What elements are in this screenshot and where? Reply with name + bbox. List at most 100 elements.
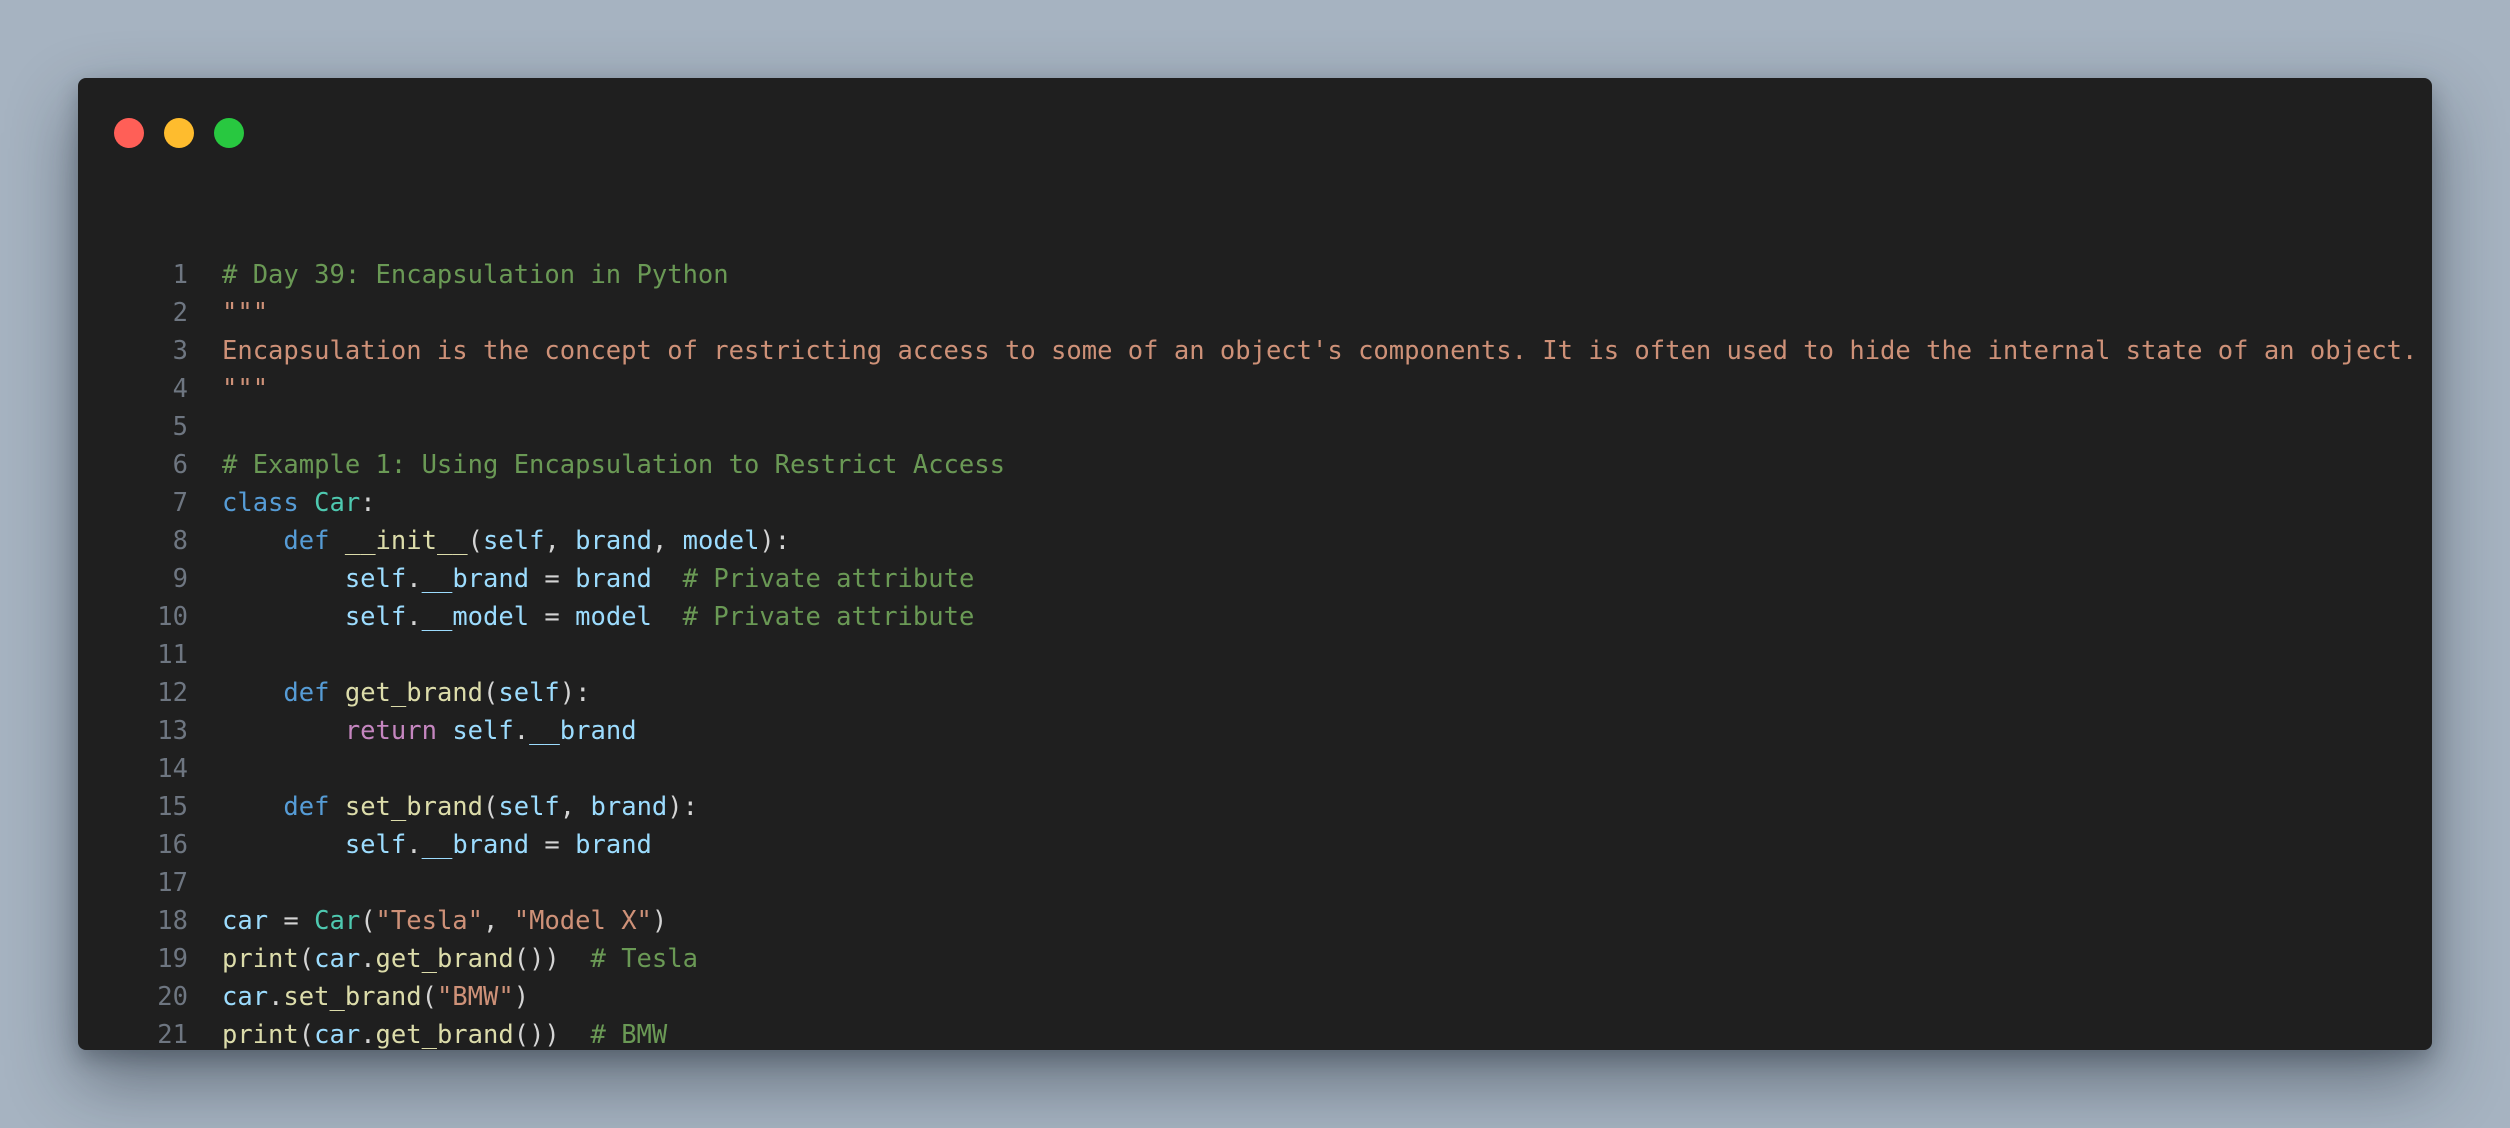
code-punctuation bbox=[652, 564, 683, 594]
code-line[interactable]: 9 self.__brand = brand # Private attribu… bbox=[78, 560, 2432, 598]
code-line[interactable]: 12 def get_brand(self): bbox=[78, 674, 2432, 712]
code-line[interactable]: 17 bbox=[78, 864, 2432, 902]
code-editor[interactable]: 1 # Day 39: Encapsulation in Python 2 """ 3 E… bbox=[78, 256, 2432, 1050]
code-function-name: set_brand bbox=[283, 982, 422, 1012]
code-line[interactable]: 19 print(car.get_brand()) # Tesla bbox=[78, 940, 2432, 978]
code-comment: # BMW bbox=[590, 1020, 668, 1050]
code-punctuation: . bbox=[360, 944, 376, 974]
line-content: print(car.get_brand()) # Tesla bbox=[222, 940, 698, 978]
code-punctuation bbox=[329, 678, 344, 708]
code-line[interactable]: 7 class Car: bbox=[78, 484, 2432, 522]
code-function-name: set_brand bbox=[344, 792, 484, 822]
code-punctuation: ( bbox=[298, 1020, 315, 1050]
line-number: 5 bbox=[172, 412, 188, 442]
code-punctuation: ()) bbox=[513, 1020, 560, 1050]
code-punctuation: = bbox=[529, 602, 576, 632]
code-punctuation: = bbox=[529, 564, 576, 594]
code-line[interactable]: 6 # Example 1: Using Encapsulation to Res… bbox=[78, 446, 2432, 484]
line-content: def set_brand(self, brand): bbox=[222, 788, 698, 826]
code-identifier: self bbox=[498, 678, 560, 708]
line-number: 1 bbox=[172, 260, 188, 290]
code-line[interactable]: 21 print(car.get_brand()) # BMW bbox=[78, 1016, 2432, 1050]
close-window-button[interactable] bbox=[114, 118, 144, 148]
code-function-name: get_brand bbox=[375, 944, 514, 974]
code-line[interactable]: 20 car.set_brand("BMW") bbox=[78, 978, 2432, 1016]
code-punctuation: ): bbox=[759, 526, 791, 556]
code-punctuation bbox=[222, 716, 345, 746]
code-punctuation: ( bbox=[298, 944, 315, 974]
code-punctuation: , bbox=[559, 792, 591, 822]
code-identifier: self bbox=[483, 526, 545, 556]
code-identifier: brand bbox=[575, 526, 652, 556]
code-punctuation: ( bbox=[483, 678, 499, 708]
code-line[interactable]: 1 # Day 39: Encapsulation in Python bbox=[78, 256, 2432, 294]
code-line[interactable]: 3 Encapsulation is the concept of restric… bbox=[78, 332, 2432, 370]
code-punctuation: ( bbox=[467, 526, 484, 556]
code-line[interactable]: 5 bbox=[78, 408, 2432, 446]
line-content: self.__brand = brand # Private attribute bbox=[222, 560, 975, 598]
code-punctuation bbox=[560, 1020, 591, 1050]
code-line[interactable]: 2 """ bbox=[78, 294, 2432, 332]
code-line[interactable]: 4 """ bbox=[78, 370, 2432, 408]
minimize-window-button[interactable] bbox=[164, 118, 194, 148]
code-string: "Model X" bbox=[513, 906, 652, 936]
line-content: """ bbox=[222, 294, 268, 332]
line-content: return self.__brand bbox=[222, 712, 637, 750]
code-function-name: get_brand bbox=[375, 1020, 514, 1050]
line-number: 7 bbox=[172, 488, 188, 518]
maximize-window-button[interactable] bbox=[214, 118, 244, 148]
code-function-name: print bbox=[222, 944, 299, 974]
code-identifier: car bbox=[222, 906, 269, 936]
code-identifier: model bbox=[682, 526, 760, 556]
code-punctuation bbox=[222, 678, 283, 708]
code-identifier: brand bbox=[575, 830, 652, 860]
line-number: 18 bbox=[157, 906, 188, 936]
code-identifier: brand bbox=[590, 792, 668, 822]
code-punctuation bbox=[222, 564, 345, 594]
line-number: 9 bbox=[172, 564, 188, 594]
code-punctuation: . bbox=[406, 830, 422, 860]
code-line[interactable]: 11 bbox=[78, 636, 2432, 674]
code-keyword: class bbox=[222, 488, 299, 518]
code-line[interactable]: 13 return self.__brand bbox=[78, 712, 2432, 750]
code-punctuation: ) bbox=[651, 906, 668, 936]
code-string: """ bbox=[222, 298, 269, 328]
line-content: class Car: bbox=[222, 484, 376, 522]
line-number: 17 bbox=[157, 868, 188, 898]
line-content: car.set_brand("BMW") bbox=[222, 978, 529, 1016]
line-number: 16 bbox=[157, 830, 188, 860]
line-number: 3 bbox=[172, 336, 188, 366]
code-line[interactable]: 18 car = Car("Tesla", "Model X") bbox=[78, 902, 2432, 940]
code-punctuation bbox=[652, 602, 683, 632]
code-punctuation bbox=[222, 830, 345, 860]
line-content: def __init__(self, brand, model): bbox=[222, 522, 790, 560]
line-number: 12 bbox=[157, 678, 188, 708]
code-line[interactable]: 16 self.__brand = brand bbox=[78, 826, 2432, 864]
code-string: "Tesla" bbox=[375, 906, 484, 936]
code-comment: # Private attribute bbox=[682, 602, 975, 632]
code-string: Encapsulation is the concept of restrict… bbox=[222, 336, 2418, 366]
code-identifier: self bbox=[344, 602, 407, 632]
code-line[interactable]: 8 def __init__(self, brand, model): bbox=[78, 522, 2432, 560]
line-content: # Day 39: Encapsulation in Python bbox=[222, 256, 729, 294]
code-line[interactable]: 14 bbox=[78, 750, 2432, 788]
line-content: self.__model = model # Private attribute bbox=[222, 598, 975, 636]
code-line[interactable]: 10 self.__model = model # Private attrib… bbox=[78, 598, 2432, 636]
code-punctuation: = bbox=[529, 830, 576, 860]
code-punctuation: . bbox=[268, 982, 284, 1012]
code-punctuation: : bbox=[360, 488, 376, 518]
line-number: 21 bbox=[157, 1020, 188, 1050]
code-punctuation: ) bbox=[513, 982, 530, 1012]
code-punctuation: ( bbox=[421, 982, 437, 1012]
line-content: car = Car("Tesla", "Model X") bbox=[222, 902, 667, 940]
code-string: "BMW" bbox=[436, 982, 514, 1012]
code-punctuation: . bbox=[360, 1020, 376, 1050]
code-punctuation: ): bbox=[667, 792, 698, 822]
code-line[interactable]: 15 def set_brand(self, brand): bbox=[78, 788, 2432, 826]
line-number: 10 bbox=[157, 602, 188, 632]
code-punctuation bbox=[222, 526, 283, 556]
code-function-name: __init__ bbox=[344, 526, 468, 556]
code-comment: # Day 39: Encapsulation in Python bbox=[222, 260, 729, 290]
line-content: """ bbox=[222, 370, 268, 408]
code-keyword: def bbox=[283, 792, 330, 822]
